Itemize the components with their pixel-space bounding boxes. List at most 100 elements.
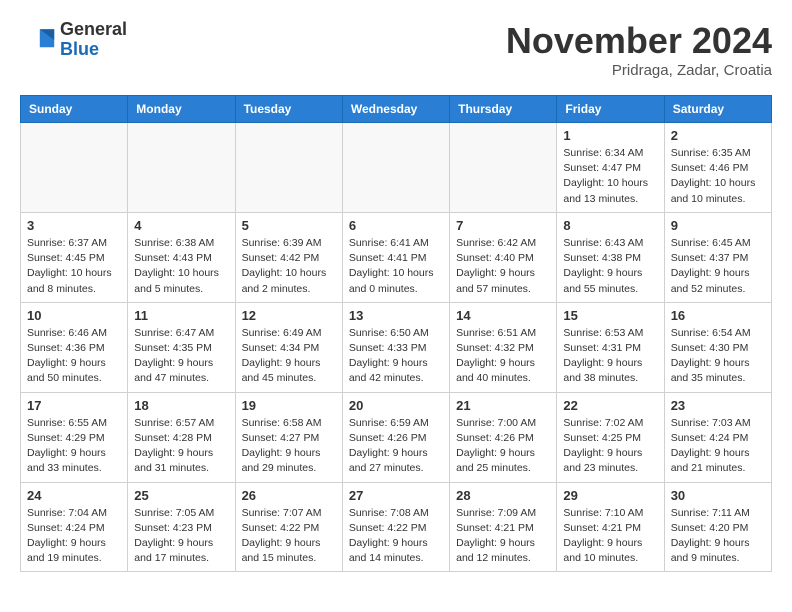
day-number: 18	[134, 398, 228, 413]
page-header: General Blue November 2024 Pridraga, Zad…	[20, 20, 772, 79]
logo-blue: Blue	[60, 40, 127, 60]
day-detail: Sunrise: 6:41 AM Sunset: 4:41 PM Dayligh…	[349, 236, 443, 297]
logo-text: General Blue	[60, 20, 127, 60]
day-number: 24	[27, 488, 121, 503]
day-detail: Sunrise: 6:45 AM Sunset: 4:37 PM Dayligh…	[671, 236, 765, 297]
day-detail: Sunrise: 7:02 AM Sunset: 4:25 PM Dayligh…	[563, 416, 657, 477]
weekday-header-sunday: Sunday	[21, 96, 128, 123]
day-detail: Sunrise: 7:07 AM Sunset: 4:22 PM Dayligh…	[242, 506, 336, 567]
day-number: 26	[242, 488, 336, 503]
day-detail: Sunrise: 6:53 AM Sunset: 4:31 PM Dayligh…	[563, 326, 657, 387]
logo-general: General	[60, 20, 127, 40]
calendar-cell: 19 Sunrise: 6:58 AM Sunset: 4:27 PM Dayli…	[235, 392, 342, 482]
calendar-cell: 1 Sunrise: 6:34 AM Sunset: 4:47 PM Daylig…	[557, 123, 664, 213]
day-number: 30	[671, 488, 765, 503]
day-number: 17	[27, 398, 121, 413]
calendar-cell: 24 Sunrise: 7:04 AM Sunset: 4:24 PM Dayli…	[21, 482, 128, 572]
calendar-cell: 6Sunrise: 6:41 AM Sunset: 4:41 PM Daylig…	[342, 212, 449, 302]
calendar-cell: 27 Sunrise: 7:08 AM Sunset: 4:22 PM Dayli…	[342, 482, 449, 572]
calendar-table: SundayMondayTuesdayWednesdayThursdayFrid…	[20, 95, 772, 572]
day-number: 5	[242, 218, 336, 233]
calendar-cell: 30 Sunrise: 7:11 AM Sunset: 4:20 PM Dayli…	[664, 482, 771, 572]
day-number: 11	[134, 308, 228, 323]
day-detail: Sunrise: 6:34 AM Sunset: 4:47 PM Dayligh…	[563, 146, 657, 207]
day-detail: Sunrise: 6:59 AM Sunset: 4:26 PM Dayligh…	[349, 416, 443, 477]
calendar-cell: 17Sunrise: 6:55 AM Sunset: 4:29 PM Dayli…	[21, 392, 128, 482]
day-number: 12	[242, 308, 336, 323]
calendar-cell: 13Sunrise: 6:50 AM Sunset: 4:33 PM Dayli…	[342, 302, 449, 392]
calendar-cell: 16 Sunrise: 6:54 AM Sunset: 4:30 PM Dayli…	[664, 302, 771, 392]
title-section: November 2024 Pridraga, Zadar, Croatia	[506, 20, 772, 79]
day-detail: Sunrise: 7:11 AM Sunset: 4:20 PM Dayligh…	[671, 506, 765, 567]
day-detail: Sunrise: 6:51 AM Sunset: 4:32 PM Dayligh…	[456, 326, 550, 387]
day-detail: Sunrise: 6:49 AM Sunset: 4:34 PM Dayligh…	[242, 326, 336, 387]
day-number: 21	[456, 398, 550, 413]
day-number: 10	[27, 308, 121, 323]
day-detail: Sunrise: 6:39 AM Sunset: 4:42 PM Dayligh…	[242, 236, 336, 297]
location-subtitle: Pridraga, Zadar, Croatia	[506, 62, 772, 79]
day-number: 13	[349, 308, 443, 323]
day-detail: Sunrise: 6:54 AM Sunset: 4:30 PM Dayligh…	[671, 326, 765, 387]
day-detail: Sunrise: 7:04 AM Sunset: 4:24 PM Dayligh…	[27, 506, 121, 567]
weekday-header-friday: Friday	[557, 96, 664, 123]
calendar-cell: 18Sunrise: 6:57 AM Sunset: 4:28 PM Dayli…	[128, 392, 235, 482]
calendar-cell: 20 Sunrise: 6:59 AM Sunset: 4:26 PM Dayli…	[342, 392, 449, 482]
calendar-cell: 29 Sunrise: 7:10 AM Sunset: 4:21 PM Dayli…	[557, 482, 664, 572]
day-detail: Sunrise: 7:03 AM Sunset: 4:24 PM Dayligh…	[671, 416, 765, 477]
calendar-cell: 8 Sunrise: 6:43 AM Sunset: 4:38 PM Daylig…	[557, 212, 664, 302]
day-number: 8	[563, 218, 657, 233]
calendar-cell: 9 Sunrise: 6:45 AM Sunset: 4:37 PM Daylig…	[664, 212, 771, 302]
day-number: 1	[563, 128, 657, 143]
day-number: 23	[671, 398, 765, 413]
calendar-week-4: 17Sunrise: 6:55 AM Sunset: 4:29 PM Dayli…	[21, 392, 772, 482]
calendar-cell: 2Sunrise: 6:35 AM Sunset: 4:46 PM Daylig…	[664, 123, 771, 213]
weekday-header-monday: Monday	[128, 96, 235, 123]
calendar-cell	[128, 123, 235, 213]
calendar-cell: 22 Sunrise: 7:02 AM Sunset: 4:25 PM Dayli…	[557, 392, 664, 482]
logo-icon	[20, 22, 56, 58]
day-number: 16	[671, 308, 765, 323]
day-detail: Sunrise: 6:35 AM Sunset: 4:46 PM Dayligh…	[671, 146, 765, 207]
day-number: 15	[563, 308, 657, 323]
day-detail: Sunrise: 6:47 AM Sunset: 4:35 PM Dayligh…	[134, 326, 228, 387]
day-number: 20	[349, 398, 443, 413]
calendar-cell: 14 Sunrise: 6:51 AM Sunset: 4:32 PM Dayli…	[450, 302, 557, 392]
day-detail: Sunrise: 6:38 AM Sunset: 4:43 PM Dayligh…	[134, 236, 228, 297]
day-number: 29	[563, 488, 657, 503]
weekday-header-wednesday: Wednesday	[342, 96, 449, 123]
calendar-cell: 4 Sunrise: 6:38 AM Sunset: 4:43 PM Daylig…	[128, 212, 235, 302]
calendar-cell	[342, 123, 449, 213]
calendar-cell: 11 Sunrise: 6:47 AM Sunset: 4:35 PM Dayli…	[128, 302, 235, 392]
day-number: 4	[134, 218, 228, 233]
day-detail: Sunrise: 7:00 AM Sunset: 4:26 PM Dayligh…	[456, 416, 550, 477]
calendar-cell: 5 Sunrise: 6:39 AM Sunset: 4:42 PM Daylig…	[235, 212, 342, 302]
day-number: 22	[563, 398, 657, 413]
day-number: 28	[456, 488, 550, 503]
day-number: 14	[456, 308, 550, 323]
calendar-cell	[235, 123, 342, 213]
day-number: 27	[349, 488, 443, 503]
calendar-cell: 3 Sunrise: 6:37 AM Sunset: 4:45 PM Daylig…	[21, 212, 128, 302]
day-detail: Sunrise: 7:05 AM Sunset: 4:23 PM Dayligh…	[134, 506, 228, 567]
day-detail: Sunrise: 7:08 AM Sunset: 4:22 PM Dayligh…	[349, 506, 443, 567]
day-detail: Sunrise: 6:58 AM Sunset: 4:27 PM Dayligh…	[242, 416, 336, 477]
day-number: 19	[242, 398, 336, 413]
logo: General Blue	[20, 20, 127, 60]
weekday-header-thursday: Thursday	[450, 96, 557, 123]
day-detail: Sunrise: 7:10 AM Sunset: 4:21 PM Dayligh…	[563, 506, 657, 567]
calendar-cell: 25 Sunrise: 7:05 AM Sunset: 4:23 PM Dayli…	[128, 482, 235, 572]
weekday-header-row: SundayMondayTuesdayWednesdayThursdayFrid…	[21, 96, 772, 123]
day-number: 9	[671, 218, 765, 233]
calendar-cell	[450, 123, 557, 213]
day-number: 25	[134, 488, 228, 503]
calendar-week-1: 1 Sunrise: 6:34 AM Sunset: 4:47 PM Daylig…	[21, 123, 772, 213]
calendar-cell: 28Sunrise: 7:09 AM Sunset: 4:21 PM Dayli…	[450, 482, 557, 572]
calendar-cell: 7Sunrise: 6:42 AM Sunset: 4:40 PM Daylig…	[450, 212, 557, 302]
day-detail: Sunrise: 6:43 AM Sunset: 4:38 PM Dayligh…	[563, 236, 657, 297]
calendar-week-5: 24 Sunrise: 7:04 AM Sunset: 4:24 PM Dayli…	[21, 482, 772, 572]
day-detail: Sunrise: 6:37 AM Sunset: 4:45 PM Dayligh…	[27, 236, 121, 297]
calendar-cell: 23 Sunrise: 7:03 AM Sunset: 4:24 PM Dayli…	[664, 392, 771, 482]
day-number: 7	[456, 218, 550, 233]
day-number: 3	[27, 218, 121, 233]
calendar-cell: 12 Sunrise: 6:49 AM Sunset: 4:34 PM Dayli…	[235, 302, 342, 392]
